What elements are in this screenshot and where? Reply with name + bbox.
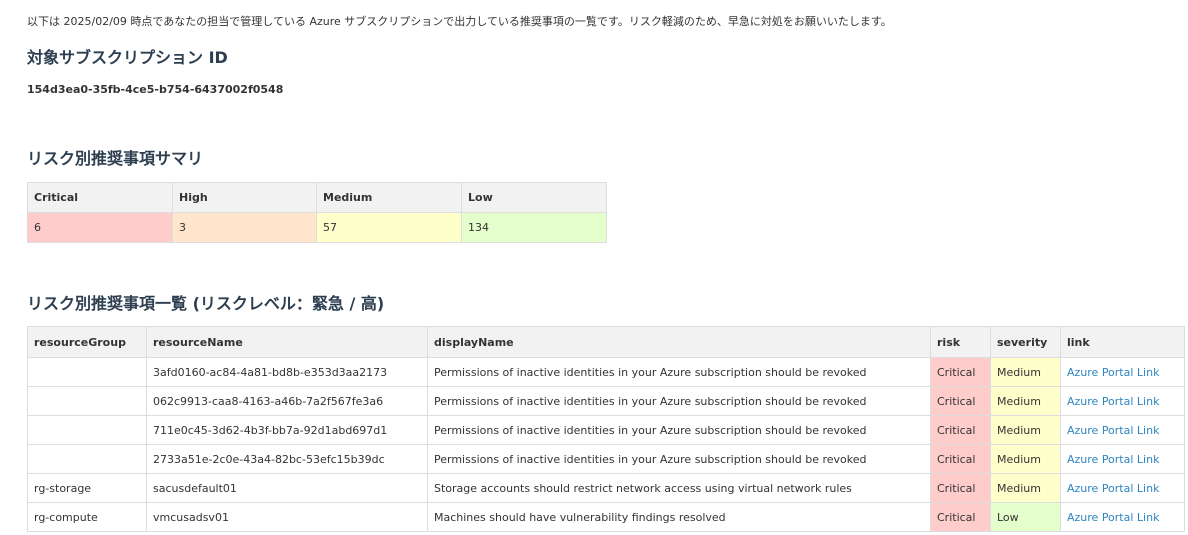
- summary-header-critical: Critical: [27, 182, 173, 213]
- summary-header-low: Low: [461, 182, 607, 213]
- cell-link: Azure Portal Link: [1060, 502, 1185, 532]
- cell-severity: Medium: [990, 386, 1061, 416]
- recommendation-table: resourceGroup resourceName displayName r…: [27, 326, 1185, 532]
- cell-severity: Medium: [990, 444, 1061, 474]
- summary-heading: リスク別推奨事項サマリ: [27, 149, 204, 168]
- cell-risk: Critical: [930, 415, 991, 445]
- header-display-name: displayName: [427, 326, 931, 358]
- cell-display-name: Permissions of inactive identities in yo…: [427, 386, 931, 416]
- cell-risk: Critical: [930, 473, 991, 503]
- azure-portal-link[interactable]: Azure Portal Link: [1067, 482, 1159, 495]
- azure-portal-link[interactable]: Azure Portal Link: [1067, 511, 1159, 524]
- cell-resource-name: 711e0c45-3d62-4b3f-bb7a-92d1abd697d1: [146, 415, 428, 445]
- azure-portal-link[interactable]: Azure Portal Link: [1067, 395, 1159, 408]
- cell-display-name: Machines should have vulnerability findi…: [427, 502, 931, 532]
- cell-link: Azure Portal Link: [1060, 473, 1185, 503]
- cell-resource-name: sacusdefault01: [146, 473, 428, 503]
- azure-portal-link[interactable]: Azure Portal Link: [1067, 424, 1159, 437]
- cell-risk: Critical: [930, 444, 991, 474]
- cell-resource-name: vmcusadsv01: [146, 502, 428, 532]
- table-row: 3afd0160-ac84-4a81-bd8b-e353d3aa2173 Per…: [27, 357, 1185, 387]
- recommendation-header-row: resourceGroup resourceName displayName r…: [27, 326, 1185, 358]
- table-row: rg-storage sacusdefault01 Storage accoun…: [27, 473, 1185, 503]
- azure-portal-link[interactable]: Azure Portal Link: [1067, 366, 1159, 379]
- cell-risk: Critical: [930, 386, 991, 416]
- summary-value-medium: 57: [316, 212, 462, 243]
- cell-severity: Medium: [990, 415, 1061, 445]
- recommendation-list-heading: リスク別推奨事項一覧 (リスクレベル：緊急 / 高): [27, 294, 385, 313]
- table-row: 062c9913-caa8-4163-a46b-7a2f567fe3a6 Per…: [27, 386, 1185, 416]
- subscription-id: 154d3ea0-35fb-4ce5-b754-6437002f0548: [27, 83, 284, 96]
- summary-value-high: 3: [172, 212, 317, 243]
- header-severity: severity: [990, 326, 1061, 358]
- cell-display-name: Storage accounts should restrict network…: [427, 473, 931, 503]
- cell-display-name: Permissions of inactive identities in yo…: [427, 444, 931, 474]
- cell-risk: Critical: [930, 502, 991, 532]
- cell-resource-name: 3afd0160-ac84-4a81-bd8b-e353d3aa2173: [146, 357, 428, 387]
- cell-link: Azure Portal Link: [1060, 357, 1185, 387]
- cell-display-name: Permissions of inactive identities in yo…: [427, 357, 931, 387]
- cell-resource-name: 062c9913-caa8-4163-a46b-7a2f567fe3a6: [146, 386, 428, 416]
- header-link: link: [1060, 326, 1185, 358]
- cell-resource-group: [27, 357, 147, 387]
- summary-value-low: 134: [461, 212, 607, 243]
- cell-risk: Critical: [930, 357, 991, 387]
- table-row: rg-compute vmcusadsv01 Machines should h…: [27, 502, 1185, 532]
- summary-header-medium: Medium: [316, 182, 462, 213]
- header-resource-group: resourceGroup: [27, 326, 147, 358]
- header-risk: risk: [930, 326, 991, 358]
- summary-value-critical: 6: [27, 212, 173, 243]
- risk-summary-table: Critical High Medium Low 6 3 57 134: [27, 182, 607, 243]
- cell-link: Azure Portal Link: [1060, 444, 1185, 474]
- cell-resource-group: [27, 444, 147, 474]
- cell-resource-group: rg-compute: [27, 502, 147, 532]
- subscription-heading: 対象サブスクリプション ID: [27, 48, 228, 67]
- cell-display-name: Permissions of inactive identities in yo…: [427, 415, 931, 445]
- cell-resource-group: [27, 415, 147, 445]
- cell-severity: Low: [990, 502, 1061, 532]
- intro-text: 以下は 2025/02/09 時点であなたの担当で管理している Azure サブ…: [27, 15, 892, 28]
- table-row: 2733a51e-2c0e-43a4-82bc-53efc15b39dc Per…: [27, 444, 1185, 474]
- table-row: 711e0c45-3d62-4b3f-bb7a-92d1abd697d1 Per…: [27, 415, 1185, 445]
- summary-header-high: High: [172, 182, 317, 213]
- cell-resource-group: [27, 386, 147, 416]
- summary-value-row: 6 3 57 134: [27, 212, 607, 243]
- cell-severity: Medium: [990, 357, 1061, 387]
- cell-resource-name: 2733a51e-2c0e-43a4-82bc-53efc15b39dc: [146, 444, 428, 474]
- cell-severity: Medium: [990, 473, 1061, 503]
- cell-link: Azure Portal Link: [1060, 415, 1185, 445]
- cell-resource-group: rg-storage: [27, 473, 147, 503]
- header-resource-name: resourceName: [146, 326, 428, 358]
- azure-portal-link[interactable]: Azure Portal Link: [1067, 453, 1159, 466]
- summary-header-row: Critical High Medium Low: [27, 182, 607, 213]
- cell-link: Azure Portal Link: [1060, 386, 1185, 416]
